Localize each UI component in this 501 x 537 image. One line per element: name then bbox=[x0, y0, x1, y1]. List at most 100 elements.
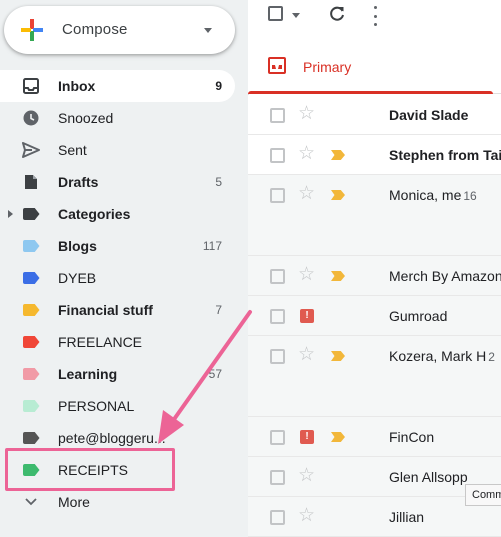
email-sender: Stephen from Tai bbox=[389, 147, 501, 163]
inbox-icon bbox=[22, 78, 40, 94]
sidebar-item-freelance[interactable]: FREELANCE bbox=[0, 326, 235, 358]
email-row[interactable]: ☆ Jillian bbox=[248, 497, 501, 537]
sidebar-item-label: Categories bbox=[58, 206, 131, 222]
sidebar-item-dyeb[interactable]: DYEB bbox=[0, 262, 235, 294]
unread-count: 9 bbox=[215, 79, 222, 93]
email-sender: Monica, me 16 bbox=[389, 187, 477, 203]
star-icon[interactable]: ☆ bbox=[298, 345, 315, 364]
email-row[interactable]: ☆ Stephen from Tai bbox=[248, 135, 501, 175]
email-row[interactable]: ☆ Merch By Amazon bbox=[248, 256, 501, 296]
star-icon[interactable]: ☆ bbox=[298, 506, 315, 525]
email-row[interactable]: ☆ Glen Allsopp bbox=[248, 457, 501, 497]
star-icon[interactable]: ☆ bbox=[298, 184, 315, 203]
label-icon bbox=[22, 430, 40, 446]
compose-button[interactable]: Compose bbox=[4, 6, 235, 54]
email-sender: Kozera, Mark H2 bbox=[389, 348, 495, 364]
email-sender: Jillian bbox=[389, 509, 425, 525]
category-tabs: Primary bbox=[248, 38, 501, 94]
row-checkbox[interactable] bbox=[270, 510, 285, 525]
email-sender: Gumroad bbox=[389, 308, 448, 324]
chevron-down-icon[interactable] bbox=[204, 28, 212, 33]
sidebar-item-sent[interactable]: Sent bbox=[0, 134, 235, 166]
important-marker-icon[interactable] bbox=[331, 351, 345, 361]
sidebar-item-label: PERSONAL bbox=[58, 398, 135, 414]
sidebar-item-financial-stuff[interactable]: Financial stuff 7 bbox=[0, 294, 235, 326]
email-row[interactable]: ☆ Monica, me 16 bbox=[248, 175, 501, 256]
plus-icon bbox=[21, 19, 43, 41]
row-checkbox[interactable] bbox=[270, 309, 285, 324]
tab-primary[interactable]: Primary bbox=[248, 38, 493, 94]
sidebar-item-label: DYEB bbox=[58, 270, 97, 286]
email-sender: Glen Allsopp bbox=[389, 469, 468, 485]
tab-label: Primary bbox=[303, 59, 352, 75]
important-marker-icon[interactable] bbox=[331, 190, 345, 200]
tab-active-indicator bbox=[248, 91, 493, 94]
draft-icon bbox=[22, 174, 40, 190]
row-checkbox[interactable] bbox=[270, 188, 285, 203]
important-marker-icon[interactable] bbox=[331, 432, 345, 442]
sidebar-item-inbox[interactable]: Inbox 9 bbox=[0, 70, 235, 102]
row-checkbox[interactable] bbox=[270, 349, 285, 364]
email-row[interactable]: ! FinCon bbox=[248, 417, 501, 457]
label-icon bbox=[22, 238, 40, 254]
label-icon bbox=[22, 206, 40, 222]
sidebar-item-personal[interactable]: PERSONAL bbox=[0, 390, 235, 422]
row-checkbox[interactable] bbox=[270, 148, 285, 163]
email-sender: FinCon bbox=[389, 429, 435, 445]
send-icon bbox=[22, 142, 40, 158]
label-icon bbox=[22, 270, 40, 286]
label-count: 7 bbox=[215, 303, 222, 317]
chevron-down-icon bbox=[22, 494, 40, 510]
sidebar-item-learning[interactable]: Learning 57 bbox=[0, 358, 235, 390]
label-icon bbox=[22, 366, 40, 382]
star-icon[interactable]: ☆ bbox=[298, 144, 315, 163]
email-sender: David Slade bbox=[389, 107, 469, 123]
sidebar-item-drafts[interactable]: Drafts 5 bbox=[0, 166, 235, 198]
sidebar-item-label: Financial stuff bbox=[58, 302, 153, 318]
email-row[interactable]: ! Gumroad bbox=[248, 296, 501, 336]
sidebar-item-label: Drafts bbox=[58, 174, 99, 190]
star-icon[interactable]: ☆ bbox=[298, 104, 315, 123]
row-checkbox[interactable] bbox=[270, 108, 285, 123]
chevron-down-icon[interactable] bbox=[292, 13, 300, 18]
label-count: 117 bbox=[202, 239, 222, 253]
sidebar-item-label: Snoozed bbox=[58, 110, 114, 126]
annotation-highlight-box bbox=[5, 448, 175, 491]
inbox-icon bbox=[268, 57, 286, 74]
sidebar-item-label: Learning bbox=[58, 366, 118, 382]
sidebar-item-label: FREELANCE bbox=[58, 334, 143, 350]
row-checkbox[interactable] bbox=[270, 430, 285, 445]
star-icon[interactable]: ☆ bbox=[298, 265, 315, 284]
star-icon[interactable]: ☆ bbox=[298, 466, 315, 485]
draft-count: 5 bbox=[215, 175, 222, 189]
select-all-checkbox[interactable] bbox=[268, 6, 283, 21]
alert-icon: ! bbox=[300, 430, 314, 444]
toolbar bbox=[248, 0, 501, 38]
tooltip: Comm bbox=[465, 484, 501, 506]
compose-label: Compose bbox=[62, 21, 128, 38]
label-icon bbox=[22, 302, 40, 318]
email-row[interactable]: ☆ Kozera, Mark H2 bbox=[248, 336, 501, 417]
important-marker-icon[interactable] bbox=[331, 271, 345, 281]
alert-icon: ! bbox=[300, 309, 314, 323]
sidebar-item-snoozed[interactable]: Snoozed bbox=[0, 102, 235, 134]
sidebar-item-label: Blogs bbox=[58, 238, 97, 254]
row-checkbox[interactable] bbox=[270, 470, 285, 485]
refresh-icon[interactable] bbox=[328, 5, 346, 23]
sidebar-item-label: Sent bbox=[58, 142, 87, 158]
row-checkbox[interactable] bbox=[270, 269, 285, 284]
label-icon bbox=[22, 334, 40, 350]
sidebar-item-label: Inbox bbox=[58, 78, 96, 94]
label-count: 57 bbox=[208, 367, 222, 381]
email-sender: Merch By Amazon bbox=[389, 268, 501, 284]
sidebar-item-label: pete@bloggeru... bbox=[58, 430, 166, 446]
more-options-icon[interactable] bbox=[372, 6, 378, 26]
sidebar-item-categories[interactable]: Categories bbox=[0, 198, 235, 230]
important-marker-icon[interactable] bbox=[331, 150, 345, 160]
thread-count: 2 bbox=[488, 350, 495, 364]
expand-arrow-icon[interactable] bbox=[8, 210, 13, 218]
thread-count: 16 bbox=[463, 189, 477, 203]
clock-icon bbox=[22, 110, 40, 126]
sidebar-item-blogs[interactable]: Blogs 117 bbox=[0, 230, 235, 262]
email-row[interactable]: ☆ David Slade bbox=[248, 95, 501, 135]
